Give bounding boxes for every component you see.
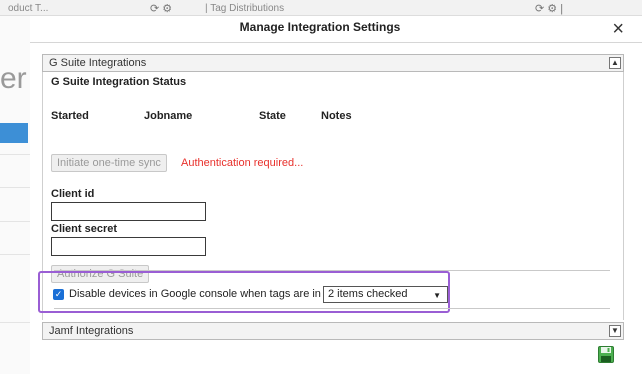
background-toolbar: oduct T... ⟳ ⚙ | Tag Distributions ⟳ ⚙ | xyxy=(0,0,642,16)
background-divider xyxy=(0,154,30,155)
dropdown-arrow-icon: ▼ xyxy=(433,291,441,300)
column-header-state: State xyxy=(259,110,286,122)
background-tab2-label: | Tag Distributions xyxy=(205,3,285,14)
tag-status-select-value: 2 items checked xyxy=(328,288,408,300)
tag-status-select[interactable]: 2 items checked ▼ xyxy=(323,286,448,303)
background-blue-tab xyxy=(0,123,28,143)
column-header-started: Started xyxy=(51,110,89,122)
integration-settings-modal: Manage Integration Settings × G Suite In… xyxy=(30,16,642,374)
column-header-notes: Notes xyxy=(321,110,352,122)
jamf-panel-header[interactable]: Jamf Integrations ▼ xyxy=(42,322,624,340)
panel-separator-2 xyxy=(54,308,610,309)
save-icon[interactable] xyxy=(598,346,614,363)
modal-title: Manage Integration Settings xyxy=(239,20,401,34)
column-header-jobname: Jobname xyxy=(144,110,193,122)
client-id-label: Client id xyxy=(51,188,95,200)
client-secret-label: Client secret xyxy=(51,223,118,235)
client-secret-input[interactable] xyxy=(51,237,206,256)
disable-devices-checkbox[interactable]: ✓ xyxy=(53,289,64,300)
gsuite-status-title: G Suite Integration Status xyxy=(51,76,187,88)
gsuite-panel-title: G Suite Integrations xyxy=(49,57,147,69)
refresh-gear-icon: ⟳ ⚙ xyxy=(150,3,173,15)
modal-title-divider xyxy=(30,42,642,43)
client-id-input[interactable] xyxy=(51,202,206,221)
background-divider xyxy=(0,322,30,323)
refresh-gear-icon-2: ⟳ ⚙ | xyxy=(535,3,564,15)
background-tab-label: oduct T... xyxy=(8,3,49,14)
background-divider xyxy=(0,187,30,188)
gsuite-panel-header[interactable]: G Suite Integrations ▲ xyxy=(42,54,624,72)
chevron-down-icon[interactable]: ▼ xyxy=(609,325,621,337)
auth-error-message: Authentication required... xyxy=(181,157,304,169)
close-icon[interactable]: × xyxy=(612,18,624,41)
background-divider xyxy=(0,221,30,222)
jamf-panel-title: Jamf Integrations xyxy=(49,325,134,337)
background-divider xyxy=(0,254,30,255)
background-heading-fragment: er xyxy=(0,62,27,95)
chevron-up-icon[interactable]: ▲ xyxy=(609,57,621,69)
initiate-sync-button[interactable]: Initiate one-time sync xyxy=(51,154,167,172)
